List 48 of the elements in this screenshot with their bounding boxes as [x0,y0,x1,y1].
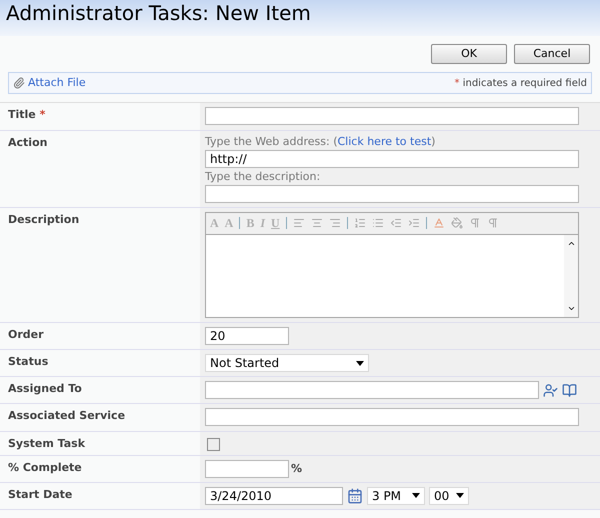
align-left-icon[interactable] [292,217,305,229]
caret-icon [456,493,464,498]
url-field[interactable]: http:// [205,150,579,168]
dropdown[interactable]: 00 [429,486,469,504]
field-label: Status [8,355,48,368]
description-field[interactable] [205,184,579,202]
checkbox[interactable] [207,438,220,450]
number-field[interactable]: 20 [205,326,289,344]
outdent-icon[interactable] [390,217,402,229]
percent-field[interactable] [205,460,289,478]
field-label: Associated Service [8,409,126,422]
percent-sign: % [291,461,302,477]
field-label: Action [8,136,48,148]
highlight-icon[interactable] [450,217,463,229]
hint-text: Type the description: [205,170,322,182]
caret-icon [412,493,420,498]
address-book-icon[interactable] [562,382,577,398]
dropdown[interactable]: 3 PM [367,486,425,504]
field-label: % Complete [8,460,82,474]
dropdown[interactable]: Not Started [205,354,369,372]
cancel-button[interactable]: Cancel [514,44,590,64]
calendar-icon[interactable] [347,488,363,504]
people-field[interactable] [205,381,539,399]
caret-icon [356,360,364,366]
ok-button[interactable]: OK [431,44,507,64]
text-field[interactable] [205,107,579,125]
field-label: Description [8,212,80,226]
field-label: Assigned To [8,382,82,395]
hint-text: Type the Web address: (Click here to test) [205,134,436,148]
paperclip-icon [13,77,25,89]
field-label: Title * [8,108,46,121]
text-field[interactable] [205,408,579,426]
attach-file-link[interactable]: Attach File [28,74,86,92]
test-link[interactable]: Click here to test [338,134,432,148]
date-field[interactable]: 3/24/2010 [205,486,343,504]
page-title: Administrator Tasks: New Item [6,1,312,25]
align-right-icon[interactable] [328,217,341,229]
indent-icon[interactable] [408,217,420,229]
numbered-list-icon[interactable] [354,217,366,229]
align-center-icon[interactable] [310,217,323,229]
right-to-left-icon[interactable] [486,217,499,229]
field-label: Order [8,328,44,340]
left-to-right-icon[interactable] [468,217,481,229]
field-label: Start Date [8,488,72,500]
check-names-icon[interactable] [543,382,558,398]
required-note: * indicates a required field [454,76,587,90]
field-label: System Task [8,436,86,450]
text-color-icon[interactable] [432,217,445,229]
